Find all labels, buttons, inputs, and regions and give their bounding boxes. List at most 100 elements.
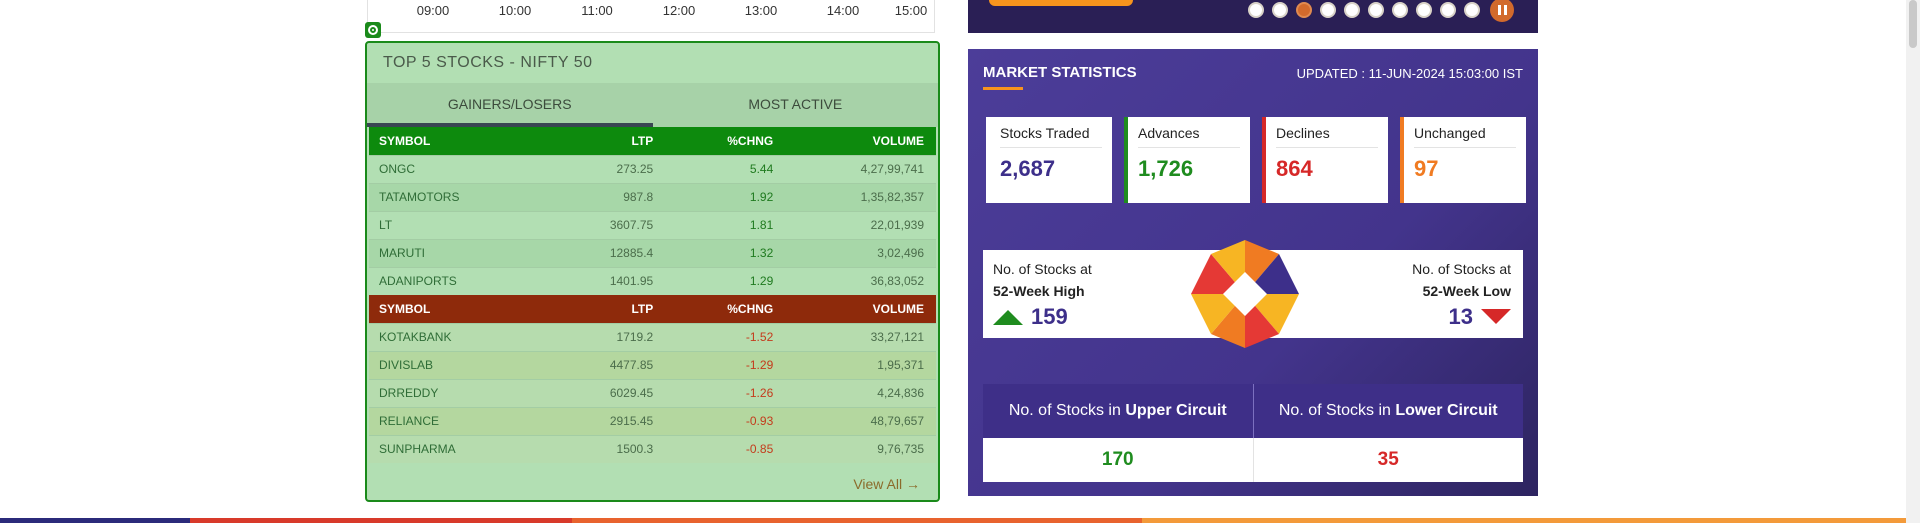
carousel-dot[interactable] — [1320, 2, 1336, 18]
table-row[interactable]: LT 3607.75 1.81 22,01,939 — [369, 210, 936, 239]
volume-cell: 48,79,657 — [785, 406, 936, 435]
table-row[interactable]: DIVISLAB 4477.85 -1.29 1,95,371 — [369, 350, 936, 379]
column-header-volume: VOLUME — [785, 295, 936, 323]
carousel-dots — [1248, 0, 1514, 22]
symbol-cell[interactable]: KOTAKBANK — [369, 322, 550, 351]
symbol-cell[interactable]: RELIANCE — [369, 406, 550, 435]
chng-cell: 1.32 — [665, 238, 786, 267]
scrollbar-thumb[interactable] — [1909, 0, 1917, 48]
chng-cell: -0.93 — [665, 406, 786, 435]
brand-bar-segment — [1142, 518, 1920, 523]
week-low-line1: No. of Stocks at — [1412, 261, 1511, 277]
upper-circuit-label[interactable]: No. of Stocks in Upper Circuit — [983, 384, 1254, 438]
table-row[interactable]: TATAMOTORS 987.8 1.92 1,35,82,357 — [369, 182, 936, 211]
stat-card-declines[interactable]: Declines 864 — [1262, 117, 1388, 203]
carousel-dot[interactable] — [1344, 2, 1360, 18]
week-high-line2: 52-Week High — [993, 283, 1085, 299]
carousel-dot[interactable] — [1416, 2, 1432, 18]
week-52-box: No. of Stocks at 52-Week High 159 No. of… — [983, 240, 1523, 348]
brand-bar-segment — [190, 518, 572, 523]
lower-circuit-prefix: No. of Stocks in — [1278, 402, 1396, 419]
active-tab-indicator — [367, 123, 653, 127]
carousel-dot[interactable] — [1272, 2, 1288, 18]
week-low-line2: 52-Week Low — [1422, 283, 1511, 299]
volume-cell: 1,95,371 — [785, 350, 936, 379]
stat-value: 97 — [1414, 156, 1439, 181]
volume-cell: 9,76,735 — [785, 434, 936, 463]
column-header-volume: VOLUME — [785, 127, 936, 155]
top5-stocks-panel: TOP 5 STOCKS - NIFTY 50 GAINERS/LOSERS M… — [365, 41, 940, 502]
symbol-cell[interactable]: SUNPHARMA — [369, 434, 550, 463]
week-high-block[interactable]: No. of Stocks at 52-Week High 159 — [993, 258, 1092, 328]
stat-card-advances[interactable]: Advances 1,726 — [1124, 117, 1250, 203]
ltp-cell: 12885.4 — [549, 238, 666, 267]
stat-value: 2,687 — [1000, 156, 1056, 181]
carousel-dot[interactable] — [1368, 2, 1384, 18]
symbol-cell[interactable]: ONGC — [369, 154, 550, 183]
pause-icon — [1497, 5, 1501, 15]
symbol-cell[interactable]: MARUTI — [369, 238, 550, 267]
time-tick: 12:00 — [662, 3, 696, 18]
banner-cta-button[interactable] — [989, 0, 1133, 6]
lower-circuit-label[interactable]: No. of Stocks in Lower Circuit — [1254, 384, 1524, 438]
ltp-cell: 1401.95 — [549, 266, 666, 295]
nse-logo-icon — [1191, 240, 1299, 348]
symbol-cell[interactable]: LT — [369, 210, 550, 239]
carousel-dot[interactable] — [1464, 2, 1480, 18]
symbol-cell[interactable]: DIVISLAB — [369, 350, 550, 379]
lower-circuit-value[interactable]: 35 — [1254, 438, 1524, 482]
intraday-time-axis: 09:00 10:00 11:00 12:00 13:00 14:00 15:0… — [367, 0, 935, 33]
symbol-cell[interactable]: TATAMOTORS — [369, 182, 550, 211]
time-tick: 14:00 — [826, 3, 860, 18]
chng-cell: 5.44 — [665, 154, 786, 183]
stat-card-stocks-traded[interactable]: Stocks Traded 2,687 — [986, 117, 1112, 203]
up-triangle-icon — [993, 310, 1023, 325]
tab-most-active[interactable]: MOST ACTIVE — [653, 83, 939, 127]
arrow-right-icon: → — [906, 476, 920, 492]
stat-label: Declines — [1276, 125, 1378, 148]
chng-cell: -1.26 — [665, 378, 786, 407]
upper-circuit-bold: Upper Circuit — [1125, 402, 1227, 419]
time-tick: 15:00 — [894, 3, 928, 18]
brand-bar-segment — [572, 518, 1142, 523]
chng-cell: -0.85 — [665, 434, 786, 463]
upper-circuit-value[interactable]: 170 — [983, 438, 1254, 482]
volume-cell: 3,02,496 — [785, 238, 936, 267]
chng-cell: 1.92 — [665, 182, 786, 211]
carousel-dot[interactable] — [1248, 2, 1264, 18]
volume-cell: 1,35,82,357 — [785, 182, 936, 211]
week-low-block[interactable]: No. of Stocks at 52-Week Low 13 — [1412, 258, 1511, 328]
circuit-box: No. of Stocks in Upper Circuit No. of St… — [983, 384, 1523, 482]
tab-gainers-losers[interactable]: GAINERS/LOSERS — [367, 83, 653, 127]
time-tick: 10:00 — [498, 3, 532, 18]
time-tick: 09:00 — [416, 3, 450, 18]
table-row[interactable]: MARUTI 12885.4 1.32 3,02,496 — [369, 238, 936, 267]
table-row[interactable]: ONGC 273.25 5.44 4,27,99,741 — [369, 154, 936, 183]
week-high-line1: No. of Stocks at — [993, 261, 1092, 277]
table-row[interactable]: ADANIPORTS 1401.95 1.29 36,83,052 — [369, 266, 936, 295]
stocks-tabs: GAINERS/LOSERS MOST ACTIVE — [367, 83, 938, 127]
target-icon[interactable] — [365, 22, 381, 38]
symbol-cell[interactable]: DRREDDY — [369, 378, 550, 407]
carousel-pause-button[interactable] — [1490, 0, 1514, 22]
table-row[interactable]: SUNPHARMA 1500.3 -0.85 9,76,735 — [369, 434, 936, 463]
view-all-link[interactable]: View All → — [853, 476, 920, 492]
market-statistics-panel: MARKET STATISTICS UPDATED : 11-JUN-2024 … — [968, 49, 1538, 496]
title-underline — [983, 87, 1023, 90]
carousel-dot-active[interactable] — [1296, 2, 1312, 18]
week-low-value: 13 — [1448, 304, 1473, 329]
table-row[interactable]: DRREDDY 6029.45 -1.26 4,24,836 — [369, 378, 936, 407]
table-row[interactable]: RELIANCE 2915.45 -0.93 48,79,657 — [369, 406, 936, 435]
symbol-cell[interactable]: ADANIPORTS — [369, 266, 550, 295]
view-all-label: View All — [853, 476, 903, 492]
carousel-dot[interactable] — [1392, 2, 1408, 18]
page-scrollbar[interactable] — [1906, 0, 1920, 523]
banner-carousel — [968, 0, 1538, 33]
ltp-cell: 6029.45 — [549, 378, 666, 407]
stat-card-unchanged[interactable]: Unchanged 97 — [1400, 117, 1526, 203]
stat-cards: Stocks Traded 2,687 Advances 1,726 Decli… — [986, 117, 1526, 203]
ltp-cell: 1500.3 — [549, 434, 666, 463]
carousel-dot[interactable] — [1440, 2, 1456, 18]
stat-label: Advances — [1138, 125, 1240, 148]
table-row[interactable]: KOTAKBANK 1719.2 -1.52 33,27,121 — [369, 322, 936, 351]
